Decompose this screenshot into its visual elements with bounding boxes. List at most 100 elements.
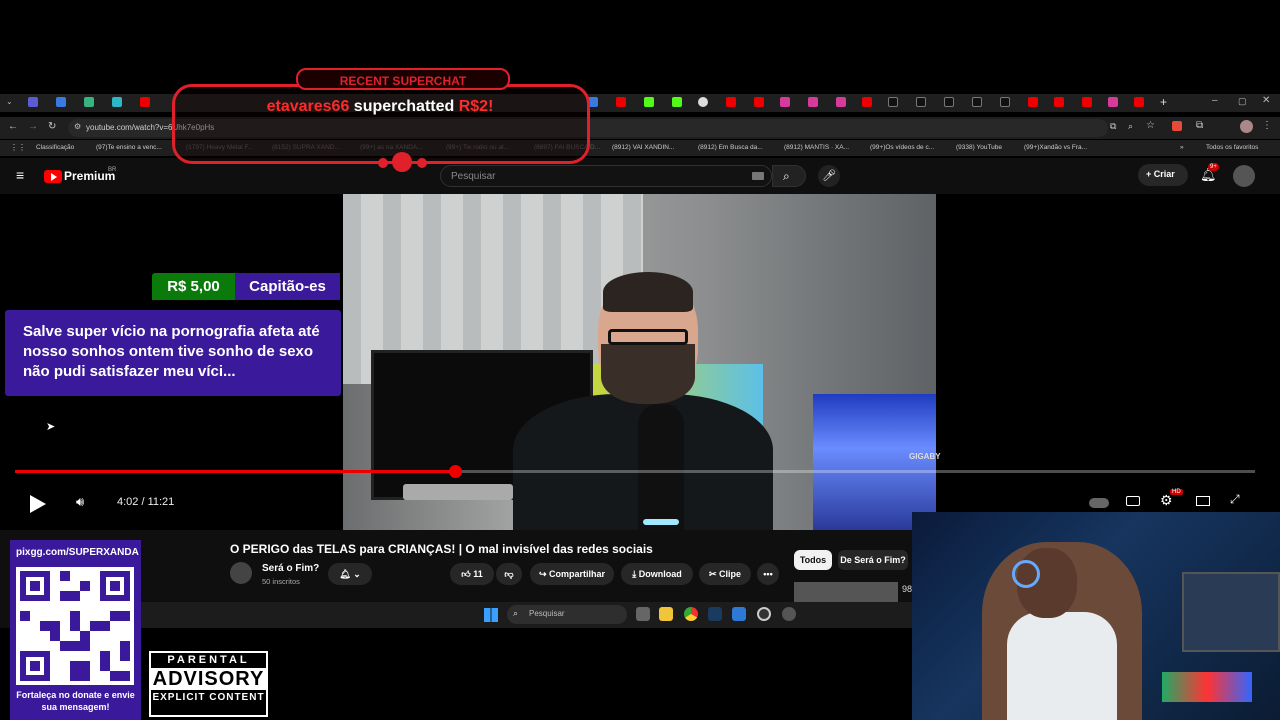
recommended-title[interactable]: 98 (902, 584, 912, 594)
tab-favicon[interactable] (808, 97, 818, 107)
site-info-icon[interactable]: ⚙ (74, 122, 81, 131)
apps-grid-icon[interactable]: ⋮⋮ (10, 143, 26, 152)
tab-favicon[interactable] (698, 97, 708, 107)
chip-channel[interactable]: De Será o Fim? (838, 550, 908, 570)
rgb-keyboard (1162, 672, 1252, 702)
hamburger-menu-icon[interactable]: ≡ (16, 167, 24, 183)
windows-start-icon[interactable] (484, 608, 498, 622)
tab-favicon[interactable] (972, 97, 982, 107)
tab-favicon[interactable] (28, 97, 38, 107)
tab-favicon[interactable] (84, 97, 94, 107)
settings-gear-icon[interactable] (782, 607, 796, 621)
tab-favicon[interactable] (836, 97, 846, 107)
bookmark-item[interactable]: (8912) Em Busca da... (698, 144, 763, 151)
subscribe-bell-button[interactable]: 🔔︎ ⌄ (328, 563, 372, 585)
voice-search-icon[interactable]: 🎤︎ (818, 165, 840, 187)
tab-favicon[interactable] (644, 97, 654, 107)
task-view-icon[interactable] (636, 607, 650, 621)
account-avatar[interactable] (1233, 165, 1255, 187)
forward-icon[interactable]: → (28, 121, 38, 132)
tab-list-icon[interactable]: ⌄ (6, 97, 13, 106)
microphone-light (643, 519, 679, 525)
keyboard-icon[interactable] (752, 172, 764, 180)
bookmark-item[interactable]: (99+)Os vídeos de c... (870, 144, 934, 151)
create-button[interactable]: + Criar (1138, 164, 1188, 186)
play-icon[interactable] (30, 495, 46, 513)
search-input[interactable]: Pesquisar (440, 165, 772, 187)
steam-icon[interactable] (708, 607, 722, 621)
tab-favicon[interactable] (112, 97, 122, 107)
bookmark-item[interactable]: (8912) MANTIS · XA... (784, 144, 849, 151)
tab-favicon[interactable] (888, 97, 898, 107)
close-window-icon[interactable]: ✕ (1262, 95, 1270, 106)
download-label: Download (638, 569, 682, 579)
webcam-monitor (1182, 572, 1280, 652)
chip-all[interactable]: Todos (794, 550, 832, 570)
mouse-cursor-icon: ➤ (46, 421, 56, 433)
back-icon[interactable]: ← (8, 121, 18, 132)
new-tab-icon[interactable]: + (1160, 95, 1167, 109)
bookmark-item[interactable]: (99+)Xandão vs Fra... (1024, 144, 1087, 151)
obs-icon[interactable] (757, 607, 771, 621)
install-icon[interactable]: ⧉ (1110, 121, 1116, 132)
tab-favicon[interactable] (944, 97, 954, 107)
video-title: O PERIGO das TELAS para CRIANÇAS! | O ma… (230, 542, 653, 556)
subtitles-icon[interactable] (1126, 496, 1140, 506)
extensions-puzzle-icon[interactable]: ⧉ (1196, 120, 1203, 131)
youtube-logo-icon[interactable] (44, 170, 62, 183)
profile-avatar[interactable] (1240, 120, 1253, 133)
tab-favicon[interactable] (1028, 97, 1038, 107)
fullscreen-icon[interactable]: ⤢ (1230, 492, 1240, 507)
tab-favicon[interactable] (1134, 97, 1144, 107)
extension-icon[interactable] (1172, 121, 1182, 131)
windows-taskbar: Pesquisar ⌕ (140, 602, 912, 628)
bookmark-item[interactable]: (97)Te ensino a venc... (96, 144, 162, 151)
bookmark-item[interactable]: Classificação (36, 144, 74, 151)
volume-icon[interactable]: 🔊︎ (76, 494, 84, 510)
tab-favicon[interactable] (726, 97, 736, 107)
maximize-icon[interactable]: ▢ (1238, 96, 1247, 107)
theater-mode-icon[interactable] (1196, 496, 1210, 506)
tab-favicon[interactable] (862, 97, 872, 107)
chrome-icon[interactable] (684, 607, 698, 621)
share-button[interactable]: ↪ Compartilhar (530, 563, 614, 585)
all-favorites[interactable]: Todos os favoritos (1206, 144, 1258, 151)
bookmark-item[interactable]: (9338) YouTube (956, 144, 1002, 151)
autoplay-toggle[interactable] (1089, 498, 1109, 508)
progress-bar[interactable] (15, 465, 1255, 478)
tab-favicon[interactable] (616, 97, 626, 107)
like-button[interactable]: 👍︎ 11 (450, 563, 494, 585)
tab-favicon[interactable] (754, 97, 764, 107)
tab-favicon[interactable] (916, 97, 926, 107)
bookmark-item[interactable]: (8912) VAI XANDIN... (612, 144, 674, 151)
minimize-icon[interactable]: – (1212, 95, 1218, 106)
channel-avatar[interactable] (230, 562, 252, 584)
more-actions-button[interactable]: ••• (757, 563, 779, 585)
tab-favicon[interactable] (56, 97, 66, 107)
parental-advisory-label: PARENTAL ADVISORY EXPLICIT CONTENT (149, 651, 268, 717)
channel-name[interactable]: Será o Fim? (262, 563, 319, 574)
taskbar-search[interactable]: Pesquisar (507, 605, 627, 624)
donate-url: pixgg.com/SUPERXANDA (16, 547, 139, 558)
download-button[interactable]: ⤓ Download (621, 563, 693, 585)
thumbs-up-icon: 👍︎ (461, 569, 474, 579)
recent-superchat-donor: etavares66 (266, 98, 350, 115)
clip-button[interactable]: ✂ Clipe (699, 563, 751, 585)
tab-favicon[interactable] (1082, 97, 1092, 107)
tab-favicon[interactable] (1000, 97, 1010, 107)
tab-favicon[interactable] (672, 97, 682, 107)
app-icon[interactable] (732, 607, 746, 621)
more-bookmarks-icon[interactable]: » (1180, 144, 1184, 151)
menu-dots-icon[interactable]: ⋮ (1262, 120, 1272, 131)
dislike-button[interactable]: 👎︎ (496, 563, 522, 585)
bookmark-star-icon[interactable]: ☆ (1146, 120, 1155, 131)
tab-favicon[interactable] (140, 97, 150, 107)
reload-icon[interactable]: ↻ (48, 121, 56, 132)
file-explorer-icon[interactable] (659, 607, 673, 621)
tab-favicon[interactable] (780, 97, 790, 107)
tab-favicon[interactable] (1108, 97, 1118, 107)
search-button[interactable]: ⌕ (772, 165, 806, 187)
video-frame[interactable]: GIGABY (343, 194, 941, 534)
tab-favicon[interactable] (1054, 97, 1064, 107)
zoom-icon[interactable]: ⌕ (1128, 121, 1133, 132)
